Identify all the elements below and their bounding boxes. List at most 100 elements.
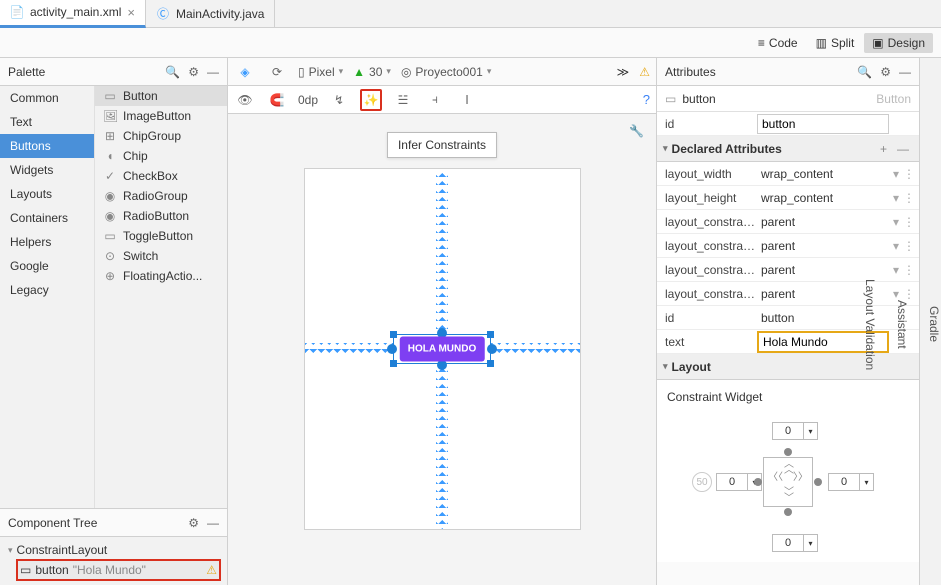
button-icon: ▭ bbox=[103, 89, 117, 103]
close-icon[interactable]: × bbox=[127, 5, 135, 20]
view-design-button[interactable]: ▣Design bbox=[864, 33, 933, 53]
search-icon[interactable]: 🔍 bbox=[165, 65, 180, 79]
constraint-left bbox=[305, 343, 394, 355]
warning-icon[interactable]: ⚠ bbox=[206, 563, 217, 577]
id-input[interactable] bbox=[757, 114, 889, 134]
section-layout[interactable]: ▾Layout bbox=[657, 354, 919, 380]
designer-sub-toolbar: 👁 🧲 0dp ↯ ✨ ☱ ⫞ Ⅰ ? bbox=[228, 86, 656, 114]
pack-icon[interactable]: Ⅰ bbox=[456, 89, 478, 111]
editor-tab-bar: 📄 activity_main.xml × Ⓒ MainActivity.jav… bbox=[0, 0, 941, 28]
more-icon[interactable]: ≫ bbox=[617, 65, 630, 79]
palette-categories: Common Text Buttons Widgets Layouts Cont… bbox=[0, 86, 95, 508]
remove-icon[interactable]: — bbox=[897, 142, 909, 156]
dropdown-icon[interactable]: ▾ bbox=[893, 215, 899, 229]
widget-radiogroup[interactable]: ◉RadioGroup bbox=[95, 186, 227, 206]
expand-icon[interactable]: ▾ bbox=[8, 545, 13, 556]
constraint-widget[interactable]: Constraint Widget ︿︿ ﹀﹀ 〈〈 〉〉 0▾ 0▾ 0▾ 0… bbox=[657, 380, 919, 562]
constraint-right bbox=[491, 343, 580, 355]
orientation-icon[interactable]: ⟳ bbox=[266, 61, 288, 83]
button-widget[interactable]: HOLA MUNDO bbox=[400, 337, 485, 362]
widget-checkbox[interactable]: ✓CheckBox bbox=[95, 166, 227, 186]
category-helpers[interactable]: Helpers bbox=[0, 230, 94, 254]
minimize-icon[interactable]: — bbox=[207, 516, 219, 530]
rail-layout-validation[interactable]: Layout Validation bbox=[863, 279, 877, 370]
view-options-icon[interactable]: 👁 bbox=[234, 89, 256, 111]
design-icon: ▣ bbox=[872, 36, 883, 50]
category-widgets[interactable]: Widgets bbox=[0, 158, 94, 182]
clear-constraints-icon[interactable]: ↯ bbox=[328, 89, 350, 111]
design-canvas[interactable]: 🔧 Infer Constraints HOLA MUNDO bbox=[228, 114, 656, 585]
tools-icon[interactable]: 🔧 bbox=[629, 124, 644, 138]
minimize-icon[interactable]: — bbox=[899, 65, 911, 79]
widget-chipgroup[interactable]: ⊞ChipGroup bbox=[95, 126, 227, 146]
attributes-header: Attributes 🔍 ⚙ — bbox=[657, 58, 919, 86]
palette-header: Palette 🔍 ⚙ — bbox=[0, 58, 227, 86]
attr-id-top: id bbox=[657, 112, 919, 136]
category-google[interactable]: Google bbox=[0, 254, 94, 278]
theme-dropdown[interactable]: ◎Proyecto001▾ bbox=[401, 65, 491, 79]
tree-header: Component Tree ⚙ — bbox=[0, 509, 227, 537]
widget-radiobutton[interactable]: ◉RadioButton bbox=[95, 206, 227, 226]
tree-title: Component Tree bbox=[8, 516, 97, 530]
gear-icon[interactable]: ⚙ bbox=[188, 516, 199, 530]
category-legacy[interactable]: Legacy bbox=[0, 278, 94, 302]
category-common[interactable]: Common bbox=[0, 86, 94, 110]
align-icon[interactable]: ⫞ bbox=[424, 89, 446, 111]
palette-title: Palette bbox=[8, 65, 45, 79]
warning-icon[interactable]: ⚠ bbox=[639, 65, 650, 79]
radiobutton-icon: ◉ bbox=[103, 209, 117, 223]
fab-icon: ⊕ bbox=[103, 269, 117, 283]
widget-switch[interactable]: ⊙Switch bbox=[95, 246, 227, 266]
split-icon: ▥ bbox=[816, 36, 827, 50]
gear-icon[interactable]: ⚙ bbox=[188, 65, 199, 79]
category-buttons[interactable]: Buttons bbox=[0, 134, 94, 158]
device-dropdown[interactable]: ▯Pixel▾ bbox=[298, 65, 343, 79]
tab-activity-main[interactable]: 📄 activity_main.xml × bbox=[0, 0, 146, 28]
tab-label: activity_main.xml bbox=[30, 5, 121, 19]
view-mode-bar: ≡Code ▥Split ▣Design bbox=[0, 28, 941, 58]
category-text[interactable]: Text bbox=[0, 110, 94, 134]
add-icon[interactable]: + bbox=[880, 142, 887, 156]
gear-icon[interactable]: ⚙ bbox=[880, 65, 891, 79]
rail-gradle[interactable]: Gradle bbox=[927, 306, 941, 342]
view-split-button[interactable]: ▥Split bbox=[808, 33, 863, 53]
tree-root[interactable]: ▾ ConstraintLayout bbox=[6, 541, 221, 559]
dropdown-icon[interactable]: ▾ bbox=[893, 167, 899, 181]
dropdown-icon[interactable]: ▾ bbox=[893, 263, 899, 277]
autoconnect-icon[interactable]: 🧲 bbox=[266, 89, 288, 111]
view-code-button[interactable]: ≡Code bbox=[750, 33, 806, 53]
widget-button[interactable]: ▭Button bbox=[95, 86, 227, 106]
switch-icon: ⊙ bbox=[103, 249, 117, 263]
widget-imagebutton[interactable]: 🖼ImageButton bbox=[95, 106, 227, 126]
widget-chip[interactable]: ◖Chip bbox=[95, 146, 227, 166]
widget-togglebutton[interactable]: ▭ToggleButton bbox=[95, 226, 227, 246]
minimize-icon[interactable]: — bbox=[207, 65, 219, 79]
search-icon[interactable]: 🔍 bbox=[857, 65, 872, 79]
constraint-bottom bbox=[436, 364, 448, 529]
designer-top-toolbar: ◈ ⟳ ▯Pixel▾ ▲30▾ ◎Proyecto001▾ ≫ ⚠ bbox=[228, 58, 656, 86]
button-icon: ▭ bbox=[665, 92, 676, 106]
selected-component: ▭button Button bbox=[657, 86, 919, 112]
category-containers[interactable]: Containers bbox=[0, 206, 94, 230]
constraint-top bbox=[436, 169, 448, 334]
category-layouts[interactable]: Layouts bbox=[0, 182, 94, 206]
imagebutton-icon: 🖼 bbox=[103, 109, 117, 123]
dropdown-icon[interactable]: ▾ bbox=[893, 191, 899, 205]
chip-icon: ◖ bbox=[103, 149, 117, 163]
api-dropdown[interactable]: ▲30▾ bbox=[353, 65, 391, 79]
section-declared[interactable]: ▾Declared Attributes +— bbox=[657, 136, 919, 162]
help-icon[interactable]: ? bbox=[643, 92, 650, 107]
guidelines-icon[interactable]: ☱ bbox=[392, 89, 414, 111]
palette-widgets: ▭Button 🖼ImageButton ⊞ChipGroup ◖Chip ✓C… bbox=[95, 86, 227, 508]
layout-file-icon: 📄 bbox=[10, 5, 24, 19]
default-margin[interactable]: 0dp bbox=[298, 93, 318, 107]
dropdown-icon[interactable]: ▾ bbox=[893, 239, 899, 253]
surface-icon[interactable]: ◈ bbox=[234, 61, 256, 83]
infer-constraints-button[interactable]: ✨ bbox=[360, 89, 382, 111]
tree-node-button[interactable]: ▭ button "Hola Mundo" ⚠ bbox=[16, 559, 221, 581]
widget-fab[interactable]: ⊕FloatingActio... bbox=[95, 266, 227, 286]
tab-main-activity[interactable]: Ⓒ MainActivity.java bbox=[146, 0, 275, 28]
rail-assistant[interactable]: Assistant bbox=[895, 300, 909, 349]
attributes-title: Attributes bbox=[665, 65, 716, 79]
dropdown-icon[interactable]: ▾ bbox=[893, 287, 899, 301]
